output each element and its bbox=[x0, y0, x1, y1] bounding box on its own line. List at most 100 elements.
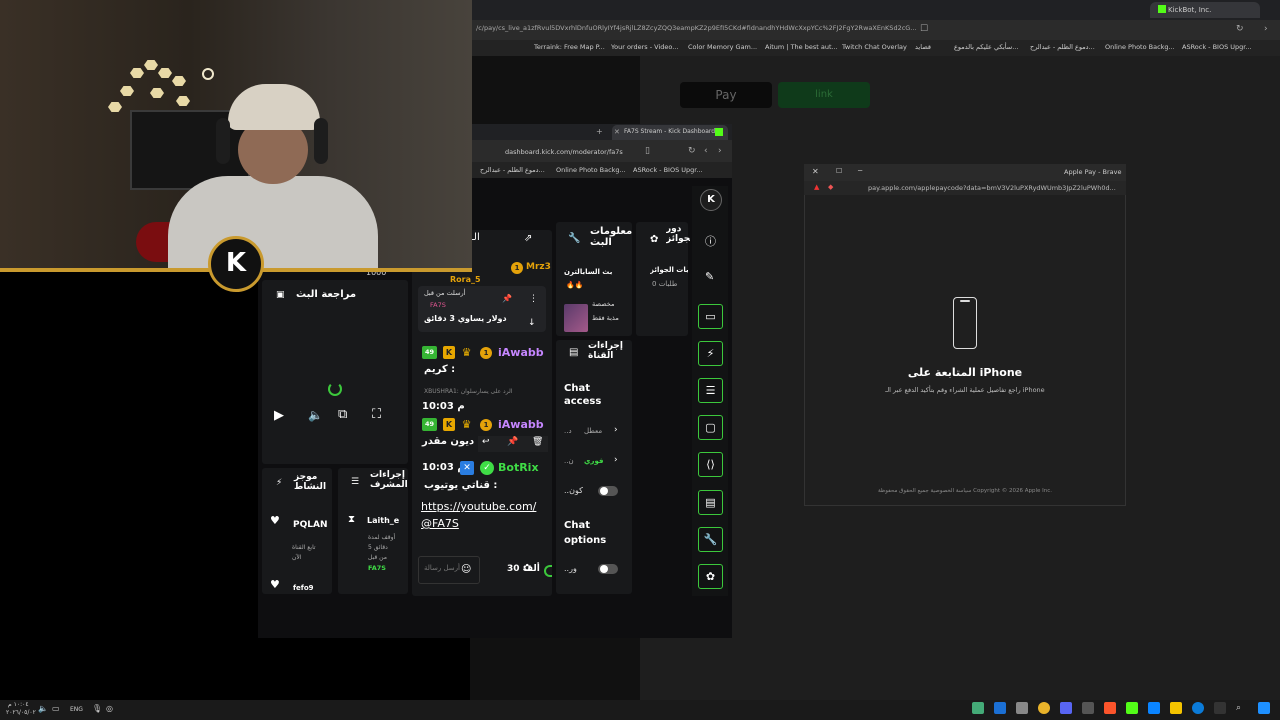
kick-logo[interactable]: K bbox=[700, 189, 722, 211]
tab-kickbot[interactable]: KickBot, Inc. bbox=[1150, 2, 1260, 18]
app-icon[interactable] bbox=[1148, 702, 1160, 714]
apple-pay-button[interactable]: Pay bbox=[680, 82, 772, 108]
apple-pay-url[interactable]: pay.apple.com/applepaycode?data=bmV3V2lu… bbox=[868, 184, 1116, 192]
wrench-icon[interactable]: 🔧 bbox=[698, 527, 723, 552]
forward-icon[interactable]: › bbox=[718, 146, 722, 156]
tab-kick-dashboard[interactable]: FA7S Stream - Kick Dashboard bbox=[612, 125, 728, 140]
chat-username[interactable]: BotRix bbox=[498, 461, 539, 474]
delete-icon[interactable]: 🗑 bbox=[532, 437, 543, 447]
pin-icon[interactable]: 📌 bbox=[507, 437, 518, 447]
bookmark-icon[interactable]: ▯ bbox=[645, 146, 650, 156]
bookmark-item[interactable]: Aitum | The best aut... bbox=[765, 43, 838, 51]
bookmark-item[interactable]: Online Photo Backg... bbox=[556, 166, 626, 174]
network-icon[interactable]: ▭ bbox=[52, 704, 60, 713]
file-explorer-icon[interactable] bbox=[1170, 702, 1182, 714]
fullscreen-icon[interactable]: ⛶ bbox=[372, 407, 381, 422]
info-icon[interactable]: ⓘ bbox=[705, 233, 716, 249]
chat-message-text: ديون مقدر : bbox=[422, 436, 482, 447]
microphone-icon[interactable]: 🎙 bbox=[92, 704, 102, 713]
heart-icon: ♥ bbox=[270, 578, 280, 591]
headset bbox=[314, 118, 328, 164]
apple-pay-footer[interactable]: سياسة الخصوصية جميع الحقوق محفوظة Copyri… bbox=[830, 488, 1100, 494]
brave-shield-icon[interactable]: ◆ bbox=[828, 183, 833, 191]
send-indicator[interactable] bbox=[544, 565, 552, 577]
crown-badge: ♛ bbox=[461, 418, 472, 431]
more-icon[interactable]: ⋮ bbox=[529, 294, 538, 304]
chat-link[interactable]: https://youtube.com/@FA7S bbox=[421, 498, 545, 532]
minimize-icon[interactable]: ─ bbox=[858, 167, 862, 175]
close-icon[interactable]: ✕ bbox=[812, 167, 819, 176]
bookmark-item[interactable]: ASRock - BIOS Upgr... bbox=[1182, 43, 1252, 51]
dashboard-url[interactable]: dashboard.kick.com/moderator/fa7s bbox=[505, 148, 623, 156]
chat-username[interactable]: iAwabb bbox=[498, 418, 544, 431]
brave-icon[interactable] bbox=[1104, 702, 1116, 714]
bookmark-item[interactable]: دموع الظلم - عبدالرح... bbox=[1030, 43, 1095, 51]
play-icon[interactable]: ▶ bbox=[274, 408, 284, 423]
reload-icon[interactable]: ↻ bbox=[688, 146, 696, 156]
maximize-icon[interactable]: ☐ bbox=[836, 167, 842, 175]
background-url-text[interactable]: /c/pay/cs_live_a1zfRvul5DVxrhlDnfuORlyIY… bbox=[476, 24, 916, 32]
taskbar-clock-date[interactable]: ٢٠٢٦/٠٥/٠٢ bbox=[6, 709, 36, 716]
task-view-icon[interactable] bbox=[1214, 702, 1226, 714]
pinned-header: أرسلت من قبل bbox=[424, 289, 466, 297]
discord-icon[interactable] bbox=[1060, 702, 1072, 714]
chat-input-placeholder: أرسل رسالة bbox=[424, 564, 460, 572]
app-icon[interactable] bbox=[1082, 702, 1094, 714]
kick-icon[interactable] bbox=[1126, 702, 1138, 714]
fast-mode-value[interactable]: فوري bbox=[584, 457, 603, 465]
search-icon[interactable]: ⌕ bbox=[1236, 703, 1241, 713]
bookmark-item[interactable]: Your orders - Video... bbox=[611, 43, 678, 51]
list-icon[interactable]: ☰ bbox=[698, 378, 723, 403]
bookmark-item[interactable]: Color Memory Gam... bbox=[688, 43, 757, 51]
bookmark-item[interactable]: Terraink: Free Map P... bbox=[534, 43, 605, 51]
popout-icon[interactable]: ⇗ bbox=[524, 233, 532, 244]
volume-icon[interactable]: 🔈 bbox=[308, 408, 323, 422]
chat-access-value[interactable]: معطل bbox=[584, 427, 602, 435]
tray-icon[interactable]: ◎ bbox=[106, 704, 113, 713]
layout-icon[interactable]: ▤ bbox=[698, 490, 723, 515]
chat-icon[interactable]: ▢ bbox=[698, 415, 723, 440]
reply-reference[interactable]: XBUSHRA1: الرد على يسارسلوان bbox=[424, 388, 513, 395]
expand-icon[interactable]: ↓ bbox=[528, 318, 536, 328]
new-tab-icon[interactable]: + bbox=[596, 127, 603, 136]
chevron-right-icon[interactable]: › bbox=[614, 425, 618, 435]
edge-icon[interactable] bbox=[1192, 702, 1204, 714]
app-icon[interactable] bbox=[1016, 702, 1028, 714]
app-icon[interactable] bbox=[972, 702, 984, 714]
pin-icon[interactable]: 📌 bbox=[502, 294, 512, 303]
volume-icon[interactable]: 🔈 bbox=[38, 704, 48, 713]
lightning-icon[interactable]: ⚡ bbox=[698, 341, 723, 366]
reload-icon[interactable]: ↻ bbox=[1236, 24, 1244, 34]
tab-close-icon[interactable]: ✕ bbox=[614, 128, 620, 136]
forward-icon[interactable]: › bbox=[1264, 24, 1268, 34]
steam-icon[interactable] bbox=[994, 702, 1006, 714]
embed-icon[interactable]: ⟨⟩ bbox=[698, 452, 723, 477]
chevron-right-icon[interactable]: › bbox=[614, 455, 618, 465]
emoji-icon[interactable]: ☺ bbox=[461, 564, 471, 575]
language-indicator[interactable]: ENG bbox=[70, 706, 83, 713]
bookmark-item[interactable]: Online Photo Backg... bbox=[1105, 43, 1175, 51]
bookmark-item[interactable]: ASRock - BIOS Upgr... bbox=[633, 166, 703, 174]
apple-pay-url-bar[interactable]: ▲ ◆ pay.apple.com/applepaycode?data=bmV3… bbox=[804, 181, 1126, 195]
stream-preview-icon[interactable]: ▭ bbox=[698, 304, 723, 329]
bookmark-item[interactable]: دموع الظلم - عبدالرح... bbox=[480, 166, 545, 174]
chat-username[interactable]: iAwabb bbox=[498, 346, 544, 359]
bookmark-item[interactable]: Twitch Chat Overlay bbox=[842, 43, 907, 51]
bookmark-item[interactable]: سأبكي عليكم بالدموع... bbox=[954, 43, 1018, 51]
bookmark-star-icon[interactable]: ☐ bbox=[920, 24, 928, 34]
chat-panel bbox=[412, 230, 552, 596]
pip-icon[interactable]: ⧉ bbox=[338, 407, 347, 422]
taskbar-clock-time[interactable]: ١٠:٠٤ م bbox=[8, 701, 29, 708]
verified-badge: ✓ bbox=[480, 461, 494, 475]
bookmark-item[interactable]: قصايد bbox=[915, 43, 931, 51]
back-icon[interactable]: ‹ bbox=[704, 146, 708, 156]
rewards-icon[interactable]: ✿ bbox=[698, 564, 723, 589]
windows-start-icon[interactable] bbox=[1258, 702, 1270, 714]
stream-thumbnail[interactable] bbox=[564, 304, 588, 332]
chat-timestamp: 10:03 م bbox=[422, 462, 465, 473]
subscriber-badge: 49 bbox=[422, 418, 437, 431]
reply-icon[interactable]: ↩ bbox=[482, 437, 490, 447]
pencil-icon[interactable]: ✎ bbox=[705, 270, 714, 283]
link-pay-button[interactable]: link bbox=[778, 82, 870, 108]
chrome-icon[interactable] bbox=[1038, 702, 1050, 714]
